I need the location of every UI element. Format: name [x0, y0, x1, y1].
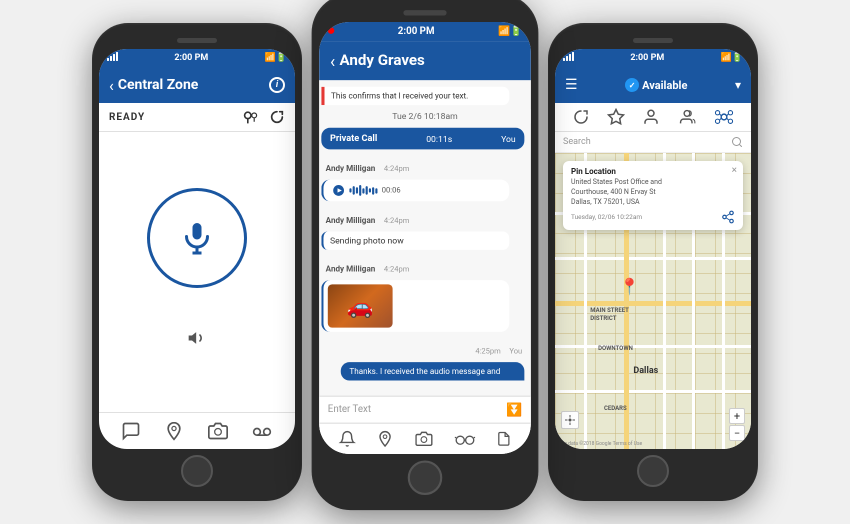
map-label-main-street: MAIN STREETDISTRICT: [590, 307, 629, 323]
voicemail-icon[interactable]: [251, 421, 273, 441]
map-label-cedars: CEDARS: [604, 405, 627, 412]
play-icon[interactable]: [332, 184, 345, 197]
ptt-phone-screen: 2:00 PM 📶🔋 ‹ Central Zone i READY: [99, 49, 295, 449]
status-bar: 2:00 PM 📶🔋: [555, 49, 751, 67]
chat-phone: 2:00 PM 📶🔋 ‹ Andy Graves This confirms t…: [312, 0, 539, 510]
status-bar: 2:00 PM 📶🔋: [319, 22, 531, 41]
chat-header: ‹ Andy Graves: [319, 41, 531, 80]
home-button[interactable]: [181, 455, 213, 487]
back-arrow-icon[interactable]: ‹: [109, 76, 114, 95]
search-icon[interactable]: [731, 136, 743, 148]
ptt-button[interactable]: [147, 188, 247, 288]
status-time: 2:00 PM: [630, 53, 664, 63]
chat-bottom-bar: [319, 423, 531, 454]
map-phone-screen: 2:00 PM 📶🔋 ☰ ✓ Available ▾: [555, 49, 751, 449]
volume-icon[interactable]: [185, 328, 209, 348]
chat-content: This confirms that I received your text.…: [319, 80, 531, 454]
map-phone: 2:00 PM 📶🔋 ☰ ✓ Available ▾: [548, 23, 758, 501]
pin-popup-close-icon[interactable]: ×: [732, 165, 737, 176]
photo-thumbnail: [328, 284, 393, 327]
status-right-icons: 📶🔋: [265, 53, 287, 63]
phones-container: 2:00 PM 📶🔋 ‹ Central Zone i READY: [0, 0, 850, 524]
chat-icon[interactable]: [121, 421, 141, 441]
star-icon[interactable]: [607, 108, 625, 126]
document-icon[interactable]: [496, 430, 511, 447]
ptt-header: ‹ Central Zone i: [99, 67, 295, 103]
map-label-downtown: DOWNTOWN: [598, 345, 633, 352]
refresh-icon[interactable]: [572, 108, 590, 126]
available-badge: ✓ Available: [625, 78, 687, 92]
status-time: 2:00 PM: [174, 53, 208, 63]
audio-message: 00:06: [321, 180, 509, 202]
search-input[interactable]: Search: [563, 137, 727, 147]
photo-message: [321, 280, 509, 332]
group-icon[interactable]: [677, 108, 697, 126]
map-pin[interactable]: 📍: [620, 277, 640, 296]
available-text: Available: [642, 79, 687, 92]
chat-phone-screen: 2:00 PM 📶🔋 ‹ Andy Graves This confirms t…: [319, 22, 531, 454]
bell-icon[interactable]: [338, 430, 355, 447]
sending-photo-msg: Sending photo now: [321, 231, 509, 249]
info-icon[interactable]: i: [269, 77, 285, 93]
call-message: Private Call 00:11s You: [321, 128, 524, 150]
status-signal: [107, 52, 118, 64]
phone-speaker: [633, 38, 673, 43]
pin-location-popup: Pin Location × United States Post Office…: [563, 161, 743, 230]
map-search-bar: Search: [555, 132, 751, 153]
map-view[interactable]: Pin Location × United States Post Office…: [555, 153, 751, 449]
map-controls: + −: [729, 408, 745, 441]
audio-waveform: [349, 185, 377, 196]
refresh-icon[interactable]: [269, 109, 285, 125]
phone-speaker: [403, 10, 446, 15]
map-header: ☰ ✓ Available ▾: [555, 67, 751, 103]
pin-popup-address: United States Post Office andCourthouse,…: [571, 178, 735, 207]
pin-popup-title: Pin Location: [571, 167, 735, 176]
pin-popup-date: Tuesday, 02/06 10:22am: [571, 213, 642, 221]
network-icon[interactable]: [714, 108, 734, 126]
home-button[interactable]: [408, 460, 443, 495]
back-arrow-icon[interactable]: ‹: [330, 51, 335, 72]
status-time: 2:00 PM: [398, 26, 435, 37]
location-pin-icon[interactable]: [377, 430, 394, 447]
zoom-out-button[interactable]: −: [729, 425, 745, 441]
ready-label: READY: [109, 112, 145, 123]
chat-input-placeholder[interactable]: Enter Text: [328, 404, 506, 415]
available-check-icon: ✓: [625, 78, 639, 92]
status-signal: [563, 52, 574, 64]
ptt-phone: 2:00 PM 📶🔋 ‹ Central Zone i READY: [92, 23, 302, 501]
glasses-icon[interactable]: [454, 430, 476, 447]
ready-bar: READY: [99, 103, 295, 132]
scroll-down-icon[interactable]: ⏬: [506, 402, 522, 417]
microphone-icon: [179, 220, 215, 256]
ptt-bottom-bar: [99, 412, 295, 449]
zoom-in-button[interactable]: +: [729, 408, 745, 424]
location-group-icon[interactable]: [241, 109, 261, 125]
map-location-button[interactable]: [561, 411, 579, 429]
status-right-icons: 📶🔋: [721, 53, 743, 63]
share-icon[interactable]: [721, 210, 735, 224]
chat-incoming-msg: This confirms that I received your text.: [321, 87, 509, 105]
location-pin-icon[interactable]: [164, 421, 184, 441]
camera-icon[interactable]: [208, 421, 228, 441]
dropdown-icon[interactable]: ▾: [735, 78, 741, 92]
camera-icon[interactable]: [415, 430, 432, 447]
ptt-main-area: [99, 132, 295, 412]
chat-header-title: Andy Graves: [339, 52, 424, 69]
status-signal: [328, 26, 334, 37]
map-attribution: Map data ©2018 Google Terms of Use: [557, 441, 642, 447]
chat-date-label: Tue 2/6 10:18am: [319, 109, 531, 123]
status-bar: 2:00 PM 📶🔋: [99, 49, 295, 67]
chat-messages: This confirms that I received your text.…: [319, 80, 531, 395]
home-button[interactable]: [637, 455, 669, 487]
outgoing-message: Thanks. I received the audio message and: [341, 362, 525, 380]
ptt-header-title: Central Zone: [118, 77, 199, 93]
phone-speaker: [177, 38, 217, 43]
status-right-icons: 📶🔋: [498, 26, 522, 37]
menu-icon[interactable]: ☰: [565, 77, 578, 93]
map-icons-bar: [555, 103, 751, 132]
chat-input-bar: Enter Text ⏬: [319, 396, 531, 423]
map-label-dallas: Dallas: [633, 366, 658, 376]
person-icon[interactable]: [642, 108, 660, 126]
